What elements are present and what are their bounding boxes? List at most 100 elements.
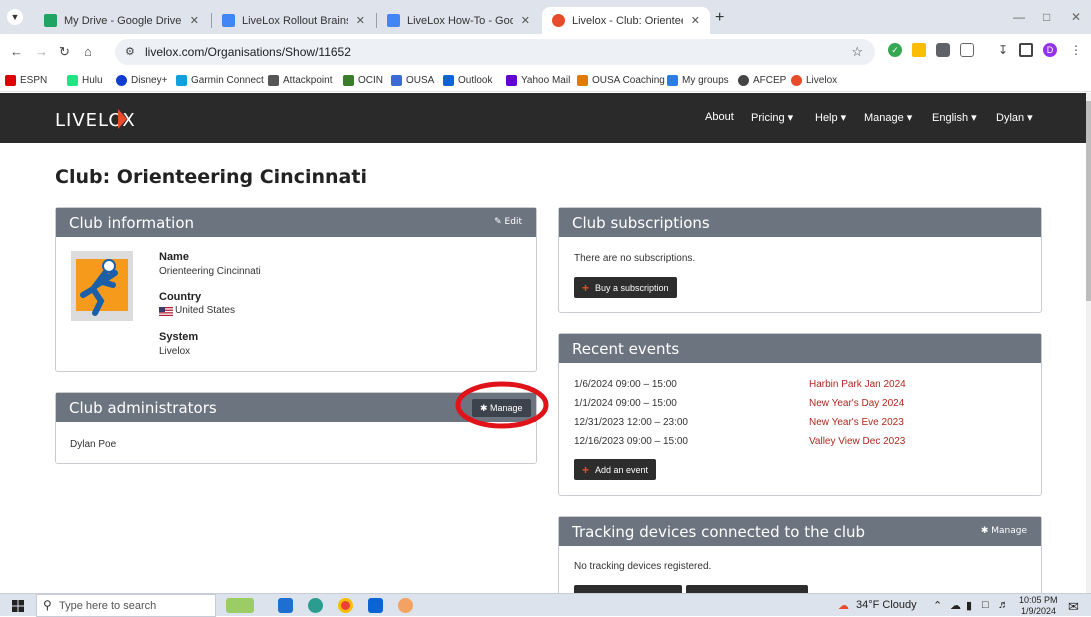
close-tab-icon[interactable]: ✕ bbox=[521, 14, 530, 27]
battery-icon[interactable]: ▮ bbox=[966, 599, 972, 612]
bookmark-my-groups[interactable]: My groups bbox=[667, 75, 729, 86]
weather-icon: ☁ bbox=[838, 600, 849, 612]
event-link-harbin-park[interactable]: Harbin Park Jan 2024 bbox=[809, 379, 906, 390]
nav-about[interactable]: About bbox=[705, 111, 734, 123]
google-drive-icon bbox=[44, 14, 57, 27]
volume-icon[interactable]: ♬ bbox=[998, 599, 1009, 611]
event-date: 1/6/2024 09:00 – 15:00 bbox=[574, 379, 677, 390]
ousa-coaching-icon bbox=[577, 75, 588, 86]
club-name: Orienteering Cincinnati bbox=[159, 266, 261, 277]
tray-chevron-icon[interactable]: ⌃ bbox=[933, 599, 942, 612]
side-panel-icon[interactable] bbox=[1019, 43, 1033, 57]
nav-help[interactable]: Help ▾ bbox=[815, 111, 846, 124]
people-illustration-icon[interactable] bbox=[226, 598, 254, 613]
store-icon[interactable] bbox=[368, 598, 383, 613]
minimize-icon[interactable]: — bbox=[1013, 10, 1025, 24]
tab-search-icon[interactable]: ▼ bbox=[7, 9, 23, 25]
bookmark-yahoo-mail[interactable]: Yahoo Mail bbox=[506, 75, 570, 86]
weather-text[interactable]: 34°F Cloudy bbox=[856, 599, 917, 611]
bookmark-attackpoint[interactable]: Attackpoint bbox=[268, 75, 332, 86]
system-label: System bbox=[159, 331, 199, 343]
extensions-puzzle-icon[interactable] bbox=[960, 43, 974, 57]
network-icon[interactable]: □ bbox=[982, 599, 989, 611]
bookmark-espn[interactable]: ESPN bbox=[5, 75, 47, 86]
ousa-icon bbox=[391, 75, 402, 86]
nav-manage[interactable]: Manage ▾ bbox=[864, 111, 912, 124]
nav-language[interactable]: English ▾ bbox=[932, 111, 977, 124]
taskbar-search-box[interactable]: ⚲ Type here to search bbox=[36, 594, 216, 617]
scrollbar-thumb[interactable] bbox=[1086, 101, 1091, 301]
garmin-icon bbox=[176, 75, 187, 86]
tracking-devices-panel: Tracking devices connected to the club ✱… bbox=[558, 516, 1042, 594]
bookmark-ousa[interactable]: OUSA bbox=[391, 75, 434, 86]
name-label: Name bbox=[159, 251, 189, 263]
browser-tab-strip: ▼ My Drive - Google Drive ✕ LiveLox Roll… bbox=[0, 0, 1091, 34]
bookmark-livelox[interactable]: Livelox bbox=[791, 75, 837, 86]
event-link-new-years-eve[interactable]: New Year's Eve 2023 bbox=[809, 417, 904, 428]
chrome-icon[interactable] bbox=[338, 598, 353, 613]
manage-devices-button[interactable]: ✱ Manage bbox=[981, 526, 1027, 536]
site-info-icon[interactable]: ⚙ bbox=[125, 45, 135, 58]
attackpoint-icon bbox=[268, 75, 279, 86]
ocin-icon bbox=[343, 75, 354, 86]
close-window-icon[interactable]: ✕ bbox=[1071, 10, 1081, 24]
app-icon[interactable] bbox=[398, 598, 413, 613]
bookmark-afcep[interactable]: AFCEP bbox=[738, 75, 786, 86]
download-icon[interactable]: ↧ bbox=[996, 43, 1010, 57]
event-date: 12/31/2023 12:00 – 23:00 bbox=[574, 417, 688, 428]
bookmark-outlook[interactable]: Outlook bbox=[443, 75, 492, 86]
url-text[interactable]: livelox.com/Organisations/Show/11652 bbox=[145, 45, 351, 59]
clock-date[interactable]: 1/9/2024 bbox=[1021, 606, 1056, 616]
windows-taskbar: ⚲ Type here to search ☁ 34°F Cloudy ⌃ ☁ … bbox=[0, 593, 1091, 617]
bookmark-disney[interactable]: Disney+ bbox=[116, 75, 167, 86]
tab-livelox-club[interactable]: Livelox - Club: Orienteering Cinc ✕ bbox=[542, 7, 710, 34]
extension-drive-icon[interactable] bbox=[912, 43, 926, 57]
close-tab-icon[interactable]: ✕ bbox=[356, 14, 365, 27]
google-docs-icon bbox=[387, 14, 400, 27]
add-event-button[interactable]: + Add an event bbox=[574, 459, 657, 480]
livelox-logo-mark-icon bbox=[118, 109, 127, 129]
browser-toolbar: ← → ↻ ⌂ ⚙ livelox.com/Organisations/Show… bbox=[0, 34, 1091, 70]
new-tab-button[interactable]: + bbox=[715, 9, 724, 27]
bookmark-star-icon[interactable]: ☆ bbox=[851, 44, 863, 60]
page-scrollbar[interactable] bbox=[1086, 93, 1091, 593]
extension-cast-icon[interactable] bbox=[936, 43, 950, 57]
onedrive-icon[interactable]: ☁ bbox=[950, 599, 961, 612]
maximize-icon[interactable]: □ bbox=[1043, 10, 1050, 24]
forward-arrow-icon[interactable]: → bbox=[35, 44, 48, 59]
bookmark-ocin[interactable]: OCIN bbox=[343, 75, 383, 86]
nav-user-menu[interactable]: Dylan ▾ bbox=[996, 111, 1033, 124]
extension-check-icon[interactable]: ✓ bbox=[888, 43, 902, 57]
edit-club-button[interactable]: ✎ Edit bbox=[494, 217, 522, 227]
tab-google-drive[interactable]: My Drive - Google Drive ✕ bbox=[34, 7, 209, 34]
espn-icon bbox=[5, 75, 16, 86]
edge-icon[interactable] bbox=[308, 598, 323, 613]
event-date: 12/16/2023 09:00 – 15:00 bbox=[574, 436, 688, 447]
home-icon[interactable]: ⌂ bbox=[84, 44, 92, 59]
event-link-new-years-day[interactable]: New Year's Day 2024 bbox=[809, 398, 904, 409]
panel-header: Tracking devices connected to the club ✱… bbox=[559, 517, 1041, 546]
notifications-icon[interactable]: ✉ bbox=[1068, 599, 1079, 615]
address-bar[interactable]: ⚙ livelox.com/Organisations/Show/11652 ☆ bbox=[115, 39, 875, 65]
close-tab-icon[interactable]: ✕ bbox=[190, 14, 199, 27]
browser-menu-icon[interactable]: ⋮ bbox=[1069, 43, 1083, 57]
reload-icon[interactable]: ↻ bbox=[59, 44, 70, 60]
file-explorer-icon[interactable] bbox=[278, 598, 293, 613]
clock-time[interactable]: 10:05 PM bbox=[1019, 595, 1058, 605]
back-arrow-icon[interactable]: ← bbox=[10, 44, 23, 59]
close-tab-icon[interactable]: ✕ bbox=[691, 14, 700, 27]
event-link-valley-view[interactable]: Valley View Dec 2023 bbox=[809, 436, 905, 447]
club-information-panel: Club information ✎ Edit Name Orienteerin… bbox=[55, 207, 537, 372]
buy-subscription-button[interactable]: + Buy a subscription bbox=[574, 277, 677, 298]
windows-start-icon[interactable] bbox=[12, 600, 24, 612]
profile-avatar[interactable]: D bbox=[1043, 43, 1057, 57]
bookmark-garmin-connect[interactable]: Garmin Connect bbox=[176, 75, 264, 86]
nav-pricing[interactable]: Pricing ▾ bbox=[751, 111, 793, 124]
club-country: United States bbox=[175, 305, 236, 316]
tab-rollout-brainstorming[interactable]: LiveLox Rollout Brainstorming - ✕ bbox=[212, 7, 375, 34]
bookmark-ousa-coaching[interactable]: OUSA Coaching bbox=[577, 75, 665, 86]
devices-empty-text: No tracking devices registered. bbox=[574, 561, 712, 572]
bookmark-hulu[interactable]: Hulu bbox=[67, 75, 103, 86]
tab-livelox-how-to[interactable]: LiveLox How-To - Google Docs ✕ bbox=[377, 7, 540, 34]
recent-events-panel: Recent events 1/6/2024 09:00 – 15:00 Har… bbox=[558, 333, 1042, 496]
